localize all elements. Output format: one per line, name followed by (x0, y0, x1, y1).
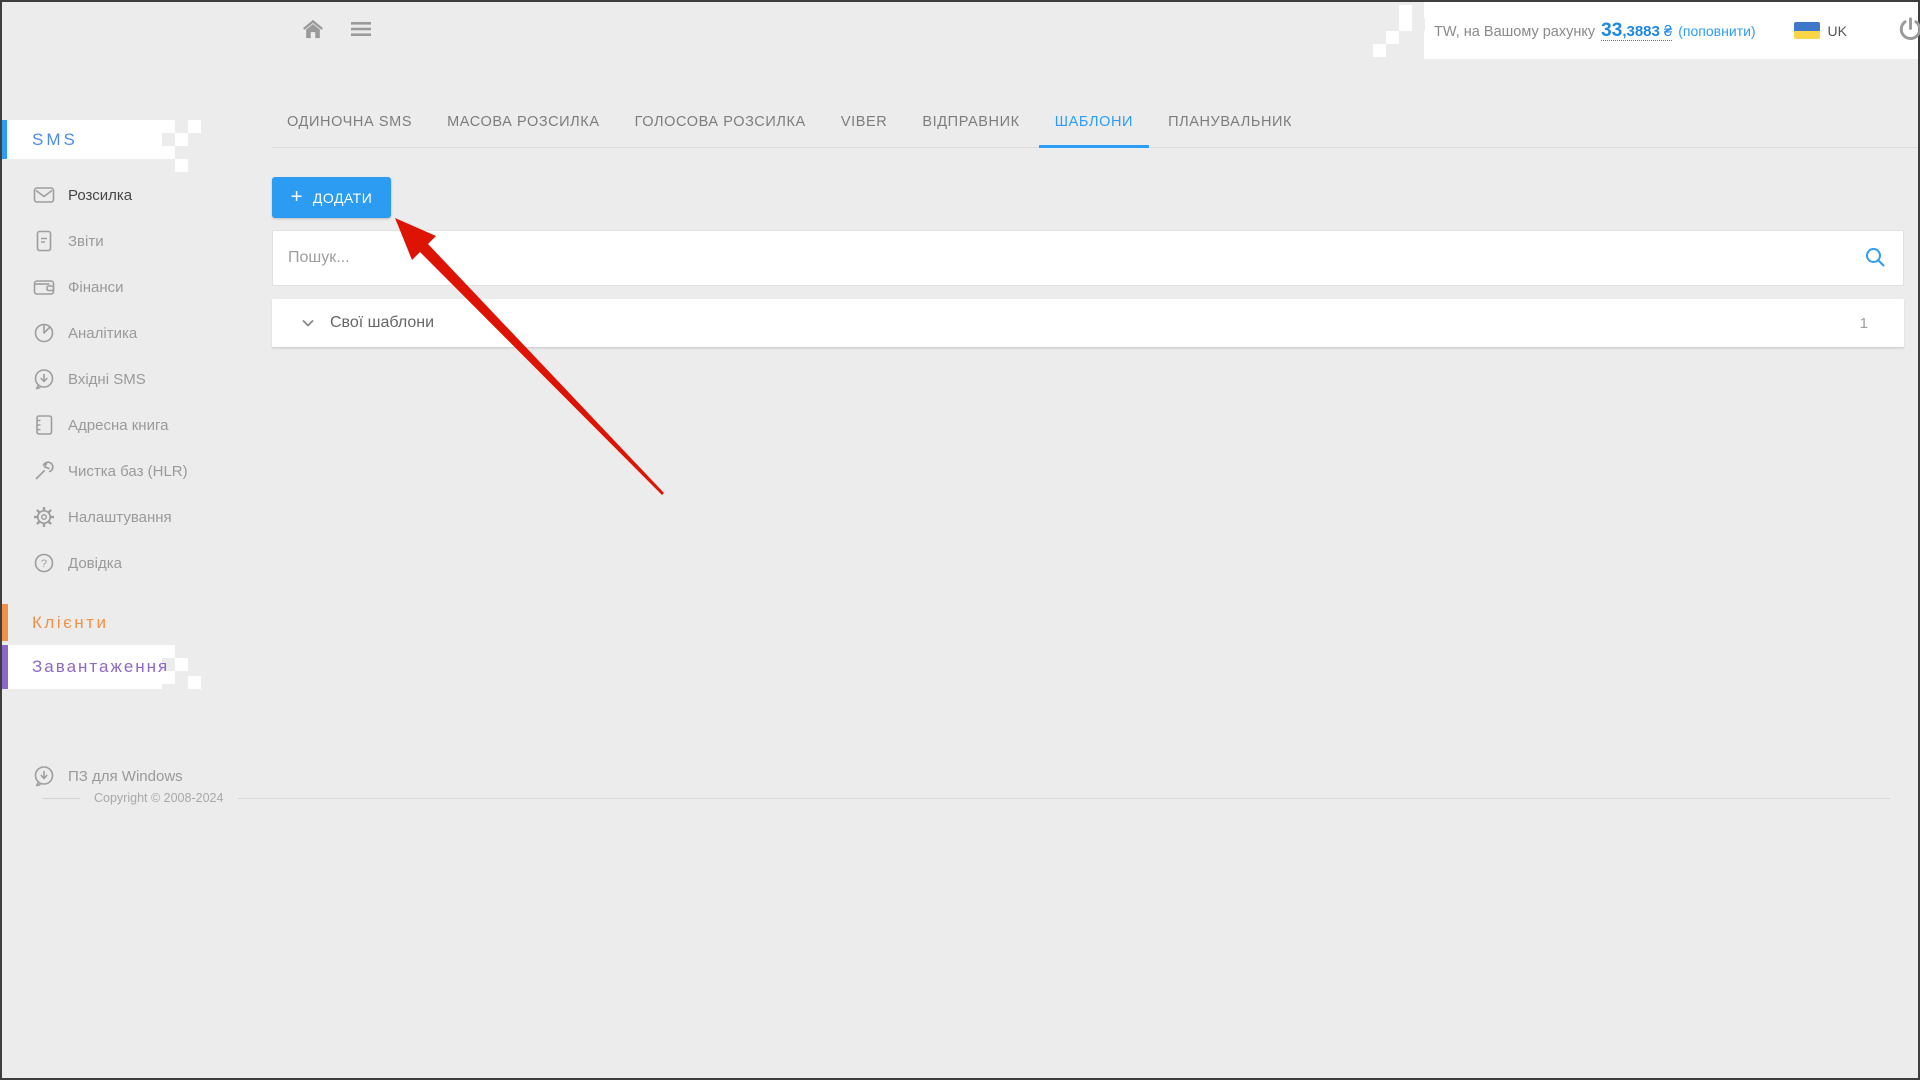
power-icon (1897, 16, 1920, 46)
gear-icon (32, 505, 56, 529)
account-panel: TW, на Вашому рахунку 33,3883 ₴ (поповни… (1424, 2, 1918, 59)
add-button-label: ДОДАТИ (313, 190, 372, 206)
wallet-icon (32, 275, 56, 299)
topup-link[interactable]: (поповнити) (1678, 23, 1755, 39)
envelope-icon (32, 183, 56, 207)
balance-prefix: TW, на Вашому рахунку (1434, 24, 1595, 40)
sidebar-item-adresna-knyha[interactable]: Адресна книга (2, 402, 272, 448)
hamburger-icon (350, 20, 372, 41)
sidebar-item-rozsylka[interactable]: Розсилка (2, 172, 272, 218)
inbox-message-icon (32, 367, 56, 391)
group-title: Свої шаблони (330, 314, 434, 332)
main-content: ОДИНОЧНА SMS МАСОВА РОЗСИЛКА ГОЛОСОВА РО… (272, 59, 1918, 1078)
search-bar (272, 230, 1904, 286)
download-icon (32, 764, 56, 788)
sidebar-item-nalashtuvannya[interactable]: Налаштування (2, 494, 272, 540)
wrench-icon (32, 459, 56, 483)
sidebar-item-finansy[interactable]: Фінанси (2, 264, 272, 310)
sidebar-item-label: Налаштування (68, 509, 172, 526)
language-selector[interactable]: UK (1794, 22, 1847, 39)
tab-odynochna-sms[interactable]: ОДИНОЧНА SMS (287, 96, 412, 147)
tab-masova-rozsylka[interactable]: МАСОВА РОЗСИЛКА (447, 96, 600, 147)
tab-viber[interactable]: VIBER (841, 96, 888, 147)
tab-planuvalnyk[interactable]: ПЛАНУВАЛЬНИК (1168, 96, 1292, 147)
sidebar-section-sms-label: SMS (32, 130, 78, 150)
sidebar-item-label: Аналітика (68, 325, 137, 342)
sidebar-section-clients[interactable]: Клієнти (2, 604, 108, 641)
home-icon (302, 19, 324, 42)
templates-group-header[interactable]: Свої шаблони 1 (272, 299, 1904, 348)
pixel-decoration (1373, 44, 1386, 57)
sidebar-item-analityka[interactable]: Аналітика (2, 310, 272, 356)
topbar: TW, на Вашому рахунку 33,3883 ₴ (поповни… (2, 2, 1918, 59)
sidebar-item-vhidni-sms[interactable]: Вхідні SMS (2, 356, 272, 402)
report-icon (32, 229, 56, 253)
tab-vidpravnyk[interactable]: ВІДПРАВНИК (922, 96, 1019, 147)
pie-chart-icon (32, 321, 56, 345)
pixel-decoration (162, 645, 175, 658)
home-button[interactable] (300, 17, 326, 44)
sidebar-item-label: Фінанси (68, 279, 124, 296)
tab-holosova-rozsylka[interactable]: ГОЛОСОВА РОЗСИЛКА (635, 96, 806, 147)
chevron-down-icon[interactable] (300, 315, 316, 331)
search-icon (1863, 245, 1887, 272)
svg-text:?: ? (41, 558, 47, 570)
sidebar-item-label: Довідка (68, 555, 122, 572)
sidebar-item-label: Адресна книга (68, 417, 168, 434)
help-icon: ? (32, 551, 56, 575)
sidebar-item-dovidka[interactable]: ? Довідка (2, 540, 272, 586)
sidebar-item-zvity[interactable]: Звіти (2, 218, 272, 264)
tab-bar: ОДИНОЧНА SMS МАСОВА РОЗСИЛКА ГОЛОСОВА РО… (272, 96, 1918, 148)
search-button[interactable] (1847, 245, 1903, 272)
plus-icon: + (291, 187, 303, 207)
language-code: UK (1828, 23, 1847, 39)
logout-button[interactable] (1895, 14, 1920, 48)
sidebar-item-label: Чистка баз (HLR) (68, 463, 188, 480)
sidebar-item-label: Звіти (68, 233, 104, 250)
sidebar: SMS Розсилка Звіти (2, 59, 272, 1078)
sidebar-item-label: Вхідні SMS (68, 371, 146, 388)
sidebar-section-clients-label: Клієнти (32, 613, 108, 633)
divider (42, 798, 80, 799)
sidebar-item-label: ПЗ для Windows (68, 768, 183, 785)
add-template-button[interactable]: + ДОДАТИ (272, 177, 391, 218)
address-book-icon (32, 413, 56, 437)
sidebar-menu: Розсилка Звіти Фінанси (2, 172, 272, 586)
sidebar-item-label: Розсилка (68, 187, 132, 204)
copyright-text: Copyright © 2008-2024 (94, 791, 223, 805)
sidebar-section-downloads-label: Завантаження (32, 657, 169, 677)
ukraine-flag-icon (1794, 22, 1820, 39)
pixel-decoration (162, 120, 175, 133)
balance-amount-link[interactable]: 33,3883 ₴ (1601, 24, 1672, 41)
sidebar-section-sms[interactable]: SMS (2, 120, 162, 159)
menu-button[interactable] (348, 18, 374, 43)
search-input[interactable] (273, 231, 1847, 285)
sidebar-item-chystka-baz[interactable]: Чистка баз (HLR) (2, 448, 272, 494)
sidebar-section-downloads[interactable]: Завантаження (2, 645, 162, 689)
group-count-badge: 1 (1860, 315, 1868, 332)
tab-shablony[interactable]: ШАБЛОНИ (1055, 96, 1133, 147)
balance-text: TW, на Вашому рахунку 33,3883 ₴ (поповни… (1434, 20, 1756, 42)
